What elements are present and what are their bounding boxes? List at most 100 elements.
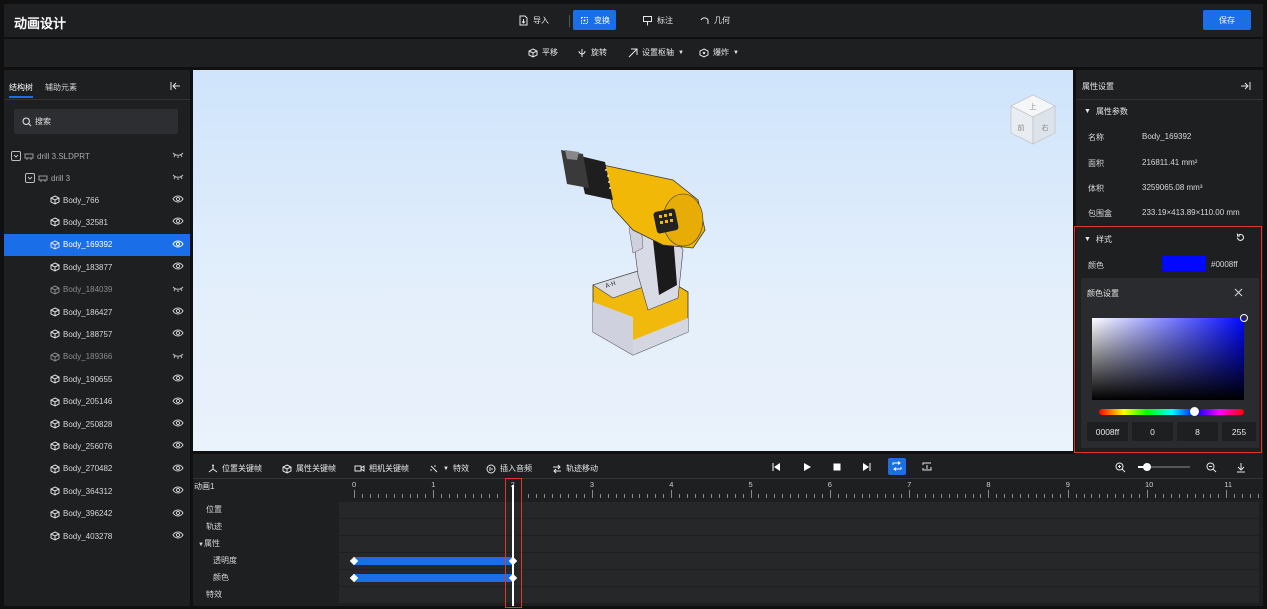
- track-path[interactable]: [339, 519, 1259, 535]
- annotate-button[interactable]: 标注: [636, 10, 679, 30]
- eye-icon[interactable]: [172, 486, 184, 494]
- eye-closed-icon[interactable]: [172, 173, 184, 181]
- track-effects[interactable]: [339, 587, 1259, 603]
- eye-icon[interactable]: [172, 531, 184, 539]
- tree-body-row[interactable]: Body_186427: [4, 301, 190, 323]
- tree-body-row[interactable]: Body_184039: [4, 279, 190, 301]
- tree-body-row[interactable]: Body_32581: [4, 211, 190, 233]
- collapse-panel-icon[interactable]: [170, 81, 181, 91]
- ruler-tick: [1091, 494, 1093, 498]
- tree-body-row[interactable]: Body_169392: [4, 233, 190, 256]
- explode-icon: [699, 47, 709, 58]
- eye-closed-icon[interactable]: [172, 352, 184, 360]
- tree-body-row[interactable]: Body_403278: [4, 525, 190, 547]
- tree-body-row[interactable]: Body_189366: [4, 346, 190, 368]
- save-button[interactable]: 保存: [1203, 10, 1251, 30]
- cube-move-icon: [528, 47, 538, 58]
- prop-area-value: 216811.41 mm²: [1142, 158, 1198, 167]
- ruler-tick: [1186, 494, 1188, 498]
- tree-body-row[interactable]: Body_364312: [4, 480, 190, 502]
- pivot-icon: [628, 48, 638, 57]
- ruler-tick: [354, 490, 355, 498]
- cube-icon: [50, 307, 60, 317]
- tree-body-label: Body_32581: [63, 217, 108, 227]
- view-cube-right[interactable]: 右: [1042, 123, 1049, 132]
- eye-icon[interactable]: [172, 217, 184, 225]
- params-section-header[interactable]: ▼ 属性参数: [1084, 106, 1128, 117]
- tab-structure-tree[interactable]: 结构树: [9, 82, 33, 98]
- ruler-tick: [1035, 494, 1037, 498]
- tree-body-row[interactable]: Body_205146: [4, 391, 190, 413]
- eye-icon[interactable]: [172, 419, 184, 427]
- ruler-tick: [655, 494, 657, 498]
- eye-icon[interactable]: [172, 397, 184, 405]
- search-input[interactable]: 搜索: [14, 109, 178, 134]
- eye-icon[interactable]: [172, 262, 184, 270]
- params-section-label: 属性参数: [1095, 107, 1128, 116]
- eye-closed-icon[interactable]: [172, 285, 184, 293]
- track-position[interactable]: [339, 502, 1259, 518]
- opacity-keyframe-span[interactable]: [354, 557, 513, 565]
- color-keyframe-span[interactable]: [354, 574, 513, 582]
- cube-icon: [50, 509, 60, 519]
- ruler-tick: [932, 494, 934, 498]
- ruler-tick: [607, 494, 609, 498]
- tree-assembly-row[interactable]: drill 3: [4, 167, 190, 189]
- ruler-tick: [956, 494, 958, 498]
- ruler-tick: [1051, 494, 1053, 498]
- translate-button[interactable]: 平移: [528, 47, 558, 58]
- eye-icon[interactable]: [172, 374, 184, 382]
- row-property-label[interactable]: ▼属性: [198, 538, 220, 549]
- time-ruler[interactable]: 01234567891011: [193, 454, 1263, 499]
- ruler-tick: [560, 494, 562, 498]
- tree-body-row[interactable]: Body_256076: [4, 435, 190, 457]
- ruler-tick: [1083, 494, 1085, 498]
- tree-body-row[interactable]: Body_188757: [4, 323, 190, 345]
- drill-model[interactable]: A·H: [193, 70, 1073, 451]
- tree-body-label: Body_396242: [63, 509, 113, 519]
- set-axis-button[interactable]: 设置枢轴 ▼: [628, 47, 684, 58]
- collapse-toggle-icon[interactable]: [11, 151, 21, 161]
- assembly-icon: [38, 175, 48, 182]
- view-cube-front[interactable]: 前: [1018, 123, 1025, 132]
- ruler-tick-label: 6: [827, 480, 832, 489]
- track-property[interactable]: [339, 536, 1259, 552]
- ruler-tick: [909, 490, 911, 498]
- ruler-tick-label: 4: [669, 480, 674, 489]
- ruler-tick: [583, 494, 585, 498]
- eye-icon[interactable]: [172, 509, 184, 517]
- eye-icon[interactable]: [172, 240, 184, 248]
- prop-volume-value: 3259065.08 mm³: [1142, 183, 1203, 192]
- playhead[interactable]: [512, 485, 514, 606]
- ruler-tick: [1067, 490, 1069, 498]
- eye-icon[interactable]: [172, 195, 184, 203]
- import-button[interactable]: 导入: [512, 10, 555, 30]
- collapse-right-panel-icon[interactable]: [1240, 81, 1251, 91]
- tree-body-row[interactable]: Body_270482: [4, 458, 190, 480]
- cube-icon: [50, 486, 60, 496]
- explode-button[interactable]: 爆炸 ▼: [699, 47, 739, 58]
- tab-aux-elements[interactable]: 辅助元素: [45, 82, 77, 93]
- ruler-tick: [1115, 494, 1117, 498]
- eye-icon[interactable]: [172, 464, 184, 472]
- eye-icon[interactable]: [172, 307, 184, 315]
- transform-button[interactable]: 变换: [573, 10, 616, 30]
- eye-icon[interactable]: [172, 441, 184, 449]
- ruler-tick: [901, 494, 903, 498]
- view-cube-top[interactable]: 上: [1030, 102, 1037, 111]
- tree-body-row[interactable]: Body_183877: [4, 256, 190, 278]
- eye-icon[interactable]: [172, 329, 184, 337]
- tree-body-row[interactable]: Body_766: [4, 189, 190, 211]
- geometry-button[interactable]: 几何: [693, 10, 736, 30]
- rotate-button[interactable]: 旋转: [577, 47, 607, 58]
- view-cube[interactable]: 上 前 右: [1008, 92, 1058, 148]
- tree-body-row[interactable]: Body_396242: [4, 503, 190, 525]
- eye-closed-icon[interactable]: [172, 151, 184, 159]
- tree-root-row[interactable]: drill 3.SLDPRT: [4, 145, 190, 167]
- collapse-toggle-icon[interactable]: [25, 173, 35, 183]
- tree-body-row[interactable]: Body_250828: [4, 413, 190, 435]
- tree-body-row[interactable]: Body_190655: [4, 368, 190, 390]
- ruler-tick: [869, 494, 871, 498]
- row-position-label: 位置: [206, 505, 222, 514]
- 3d-viewport[interactable]: A·H 上 前 右: [193, 70, 1073, 451]
